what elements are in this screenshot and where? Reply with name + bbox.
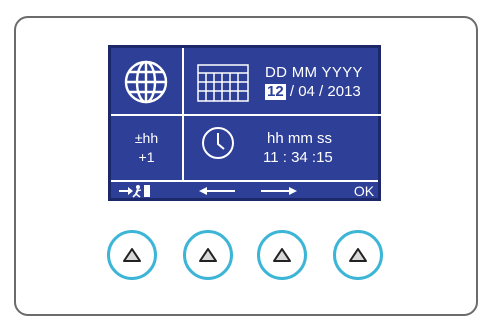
date-format: DD MM YYYY — [265, 64, 363, 81]
calendar-icon — [197, 64, 249, 102]
date-month-year: / 04 / 2013 — [289, 83, 361, 100]
timezone-label: ±hh — [134, 130, 159, 146]
arrow-right-icon — [261, 187, 297, 195]
date-value: 12 / 04 / 2013 — [265, 83, 361, 100]
date-day-selected[interactable]: 12 — [265, 84, 286, 100]
exit-icon — [119, 185, 150, 198]
button-4[interactable] — [333, 230, 383, 280]
divider — [111, 114, 182, 116]
triangle-icon — [123, 248, 141, 262]
clock-icon — [202, 127, 234, 159]
lcd-display: ±hh +1 DD MM YYYY 12 / 04 / 2013 hh mm s… — [108, 45, 381, 201]
triangle-icon — [199, 248, 217, 262]
time-value: 11 : 34 :15 — [263, 149, 333, 166]
softkey-exit[interactable] — [115, 182, 155, 200]
softkey-ok[interactable]: OK — [351, 182, 377, 200]
triangle-icon — [349, 248, 367, 262]
button-3[interactable] — [257, 230, 307, 280]
softkey-right[interactable] — [259, 182, 299, 200]
divider — [184, 114, 381, 116]
timezone-value: +1 — [138, 149, 155, 165]
button-2[interactable] — [183, 230, 233, 280]
button-1[interactable] — [107, 230, 157, 280]
triangle-icon — [273, 248, 291, 262]
time-format: hh mm ss — [267, 130, 333, 147]
globe-icon — [124, 60, 168, 104]
softkey-left[interactable] — [197, 182, 237, 200]
arrow-left-icon — [199, 187, 235, 195]
